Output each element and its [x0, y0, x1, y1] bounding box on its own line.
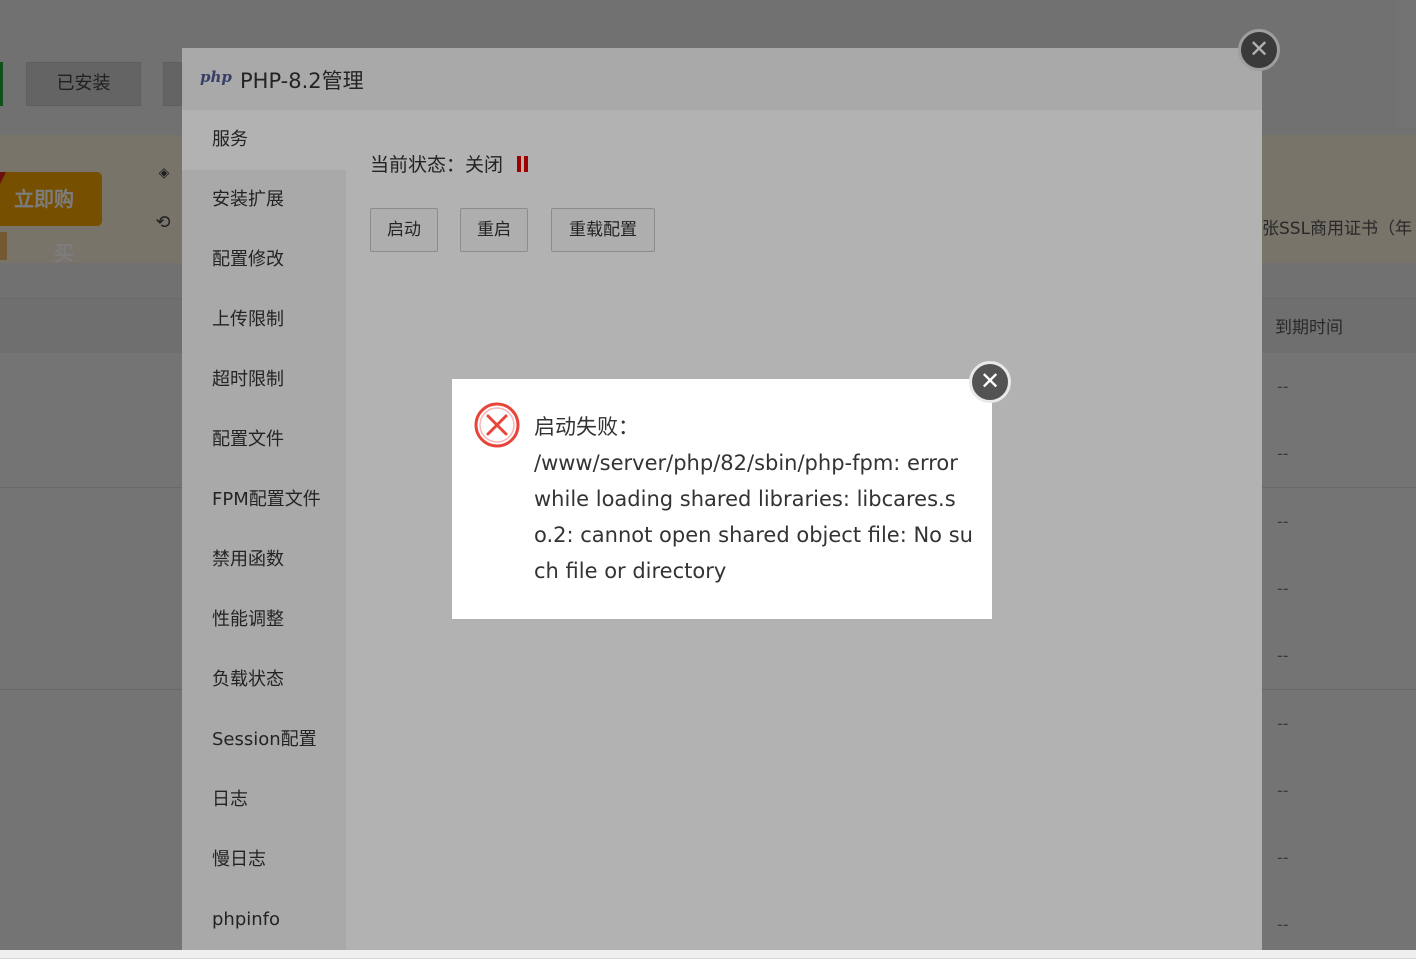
error-dialog: 启动失败： /www/server/php/82/sbin/php-fpm: e… [452, 379, 992, 619]
error-circle-x-icon [474, 402, 520, 448]
error-detail: /www/server/php/82/sbin/php-fpm: error w… [534, 451, 973, 583]
error-title: 启动失败： [534, 415, 639, 439]
close-icon[interactable]: ✕ [969, 361, 1011, 403]
error-message: 启动失败： /www/server/php/82/sbin/php-fpm: e… [534, 409, 974, 589]
